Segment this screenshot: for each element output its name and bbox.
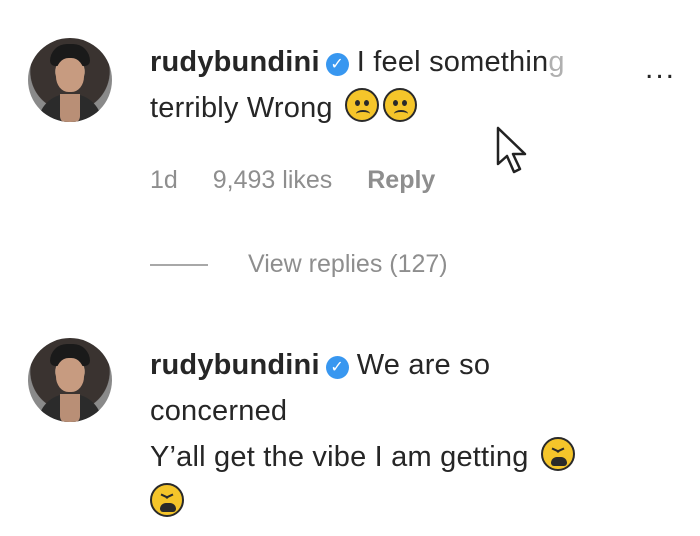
- avatar[interactable]: [28, 338, 112, 422]
- comment-line-2: terribly Wrong: [150, 92, 333, 124]
- verified-badge-icon: ✓: [325, 356, 349, 379]
- replies-divider: [150, 264, 208, 267]
- like-count[interactable]: 9,493 likes: [213, 166, 333, 194]
- more-options-button[interactable]: ...: [645, 52, 676, 86]
- comment-line-3: Y’all get the vibe I am getting: [150, 441, 529, 473]
- mouse-pointer-icon: [496, 126, 527, 174]
- comment-text: rudybundini ✓ I feel something terribly Wr…: [150, 39, 565, 131]
- verified-badge-icon: ✓: [325, 53, 349, 76]
- view-replies-button[interactable]: View replies (127): [150, 250, 448, 279]
- comment-line-1: We are so: [356, 349, 491, 381]
- tired-face-icon: [150, 483, 184, 517]
- tired-face-icon: [540, 437, 575, 471]
- comment-text: rudybundini ✓ We are so concerned Y’all ge…: [150, 342, 575, 526]
- username[interactable]: rudybundini: [150, 349, 320, 381]
- comment-line-2: concerned: [150, 395, 288, 427]
- comment-line-1: I feel somethin: [356, 46, 549, 78]
- comment-meta: 1d 9,493 likes Reply: [150, 166, 463, 195]
- comment-time: 1d: [150, 166, 178, 194]
- username[interactable]: rudybundini: [150, 46, 320, 78]
- comment-line-1-fade: g: [548, 46, 565, 78]
- worried-face-icon: [383, 88, 418, 122]
- worried-face-icon: [345, 88, 380, 122]
- reply-button[interactable]: Reply: [367, 166, 435, 194]
- avatar[interactable]: [28, 38, 112, 122]
- view-replies-label[interactable]: View replies (127): [248, 250, 448, 278]
